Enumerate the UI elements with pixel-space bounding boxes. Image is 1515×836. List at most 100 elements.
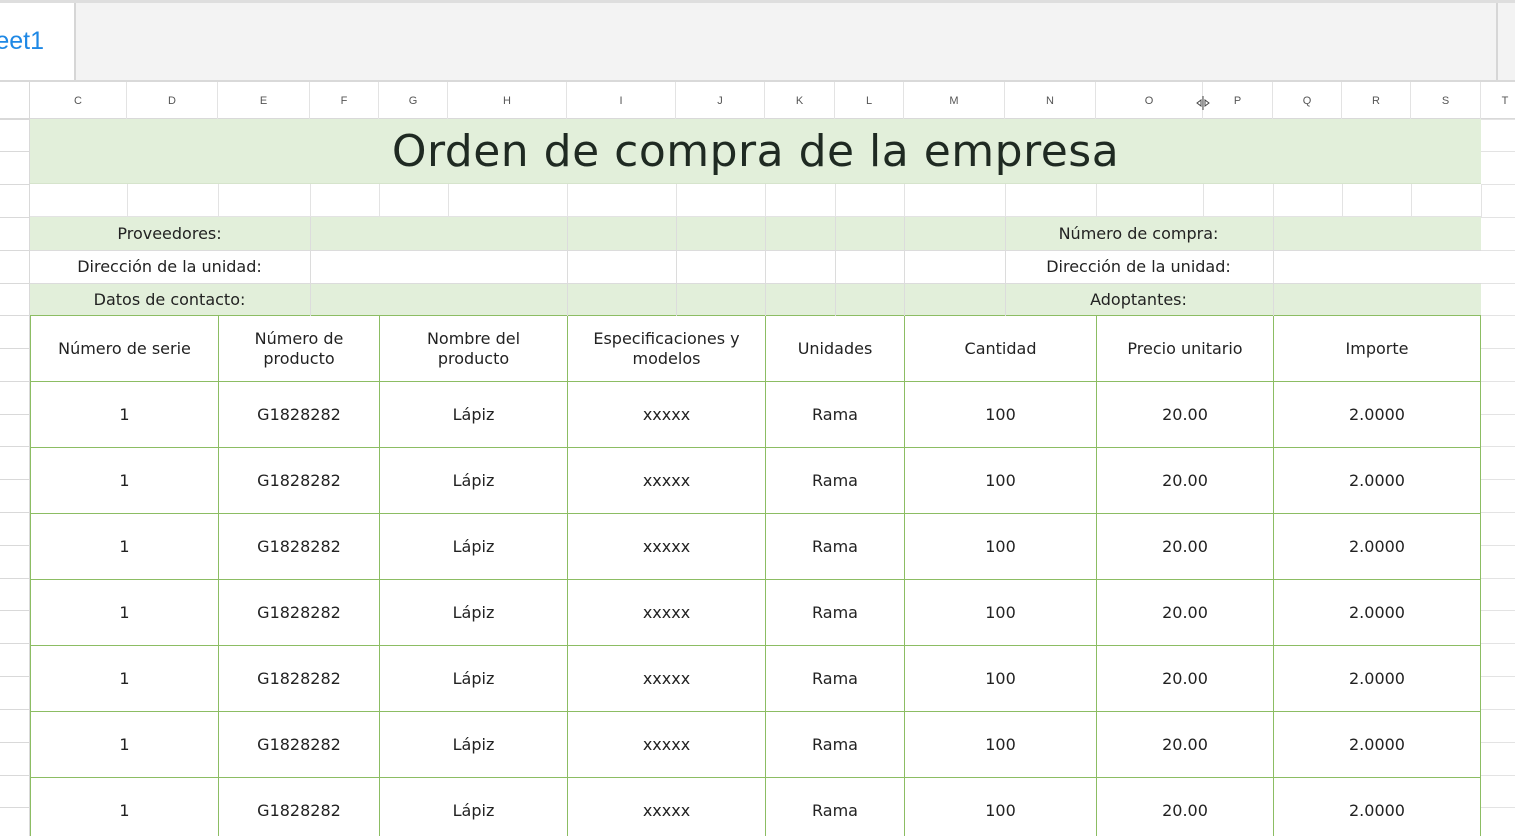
- table-header-cell[interactable]: Especificaciones y modelos: [567, 316, 765, 381]
- table-cell[interactable]: G1828282: [218, 712, 379, 777]
- table-cell[interactable]: xxxxx: [567, 514, 765, 579]
- table-cell[interactable]: 100: [904, 646, 1096, 711]
- table-cell[interactable]: Rama: [765, 448, 904, 513]
- table-cell[interactable]: xxxxx: [567, 448, 765, 513]
- table-cell[interactable]: 2.0000: [1273, 778, 1481, 836]
- table-cell[interactable]: 20.00: [1096, 514, 1273, 579]
- table-cell[interactable]: Lápiz: [379, 712, 567, 777]
- title-banner[interactable]: Orden de compra de la empresa: [30, 119, 1481, 184]
- column-header-l[interactable]: L: [835, 82, 904, 119]
- column-header-p[interactable]: P: [1203, 82, 1273, 119]
- row-header-line: [0, 250, 30, 251]
- table-header-cell[interactable]: Unidades: [765, 316, 904, 381]
- table-cell[interactable]: 2.0000: [1273, 382, 1481, 447]
- select-all-corner[interactable]: [0, 82, 30, 119]
- column-header-q[interactable]: Q: [1273, 82, 1342, 119]
- table-cell[interactable]: G1828282: [218, 448, 379, 513]
- column-header-m[interactable]: M: [904, 82, 1005, 119]
- table-cell[interactable]: 1: [30, 448, 218, 513]
- gridline: [1481, 283, 1515, 284]
- table-cell[interactable]: G1828282: [218, 514, 379, 579]
- table-cell[interactable]: G1828282: [218, 580, 379, 645]
- row-header-line: [0, 742, 30, 743]
- table-cell[interactable]: Rama: [765, 646, 904, 711]
- table-cell[interactable]: Rama: [765, 778, 904, 836]
- table-cell[interactable]: 100: [904, 580, 1096, 645]
- table-cell[interactable]: Lápiz: [379, 382, 567, 447]
- table-cell[interactable]: Lápiz: [379, 514, 567, 579]
- table-cell[interactable]: 100: [904, 448, 1096, 513]
- table-header-cell[interactable]: Cantidad: [904, 316, 1096, 381]
- column-header-d[interactable]: D: [127, 82, 218, 119]
- gridline: [1481, 151, 1515, 152]
- table-cell[interactable]: Lápiz: [379, 448, 567, 513]
- table-cell[interactable]: 20.00: [1096, 778, 1273, 836]
- blank-row[interactable]: [30, 184, 1481, 217]
- table-cell[interactable]: Lápiz: [379, 580, 567, 645]
- table-cell[interactable]: 100: [904, 712, 1096, 777]
- table-cell[interactable]: 20.00: [1096, 382, 1273, 447]
- column-header-o[interactable]: O: [1096, 82, 1203, 119]
- column-header-s[interactable]: S: [1411, 82, 1481, 119]
- table-cell[interactable]: xxxxx: [567, 712, 765, 777]
- table-cell[interactable]: 1: [30, 778, 218, 836]
- table-cell[interactable]: 1: [30, 646, 218, 711]
- table-cell[interactable]: 1: [30, 382, 218, 447]
- table-cell[interactable]: G1828282: [218, 646, 379, 711]
- gridline: [1481, 709, 1515, 710]
- gridline: [379, 184, 380, 217]
- table-header-cell[interactable]: Número de serie: [30, 316, 218, 381]
- table-cell[interactable]: Lápiz: [379, 646, 567, 711]
- column-header-g[interactable]: G: [379, 82, 448, 119]
- table-cell[interactable]: xxxxx: [567, 646, 765, 711]
- column-header-c[interactable]: C: [30, 82, 127, 119]
- table-cell[interactable]: 2.0000: [1273, 514, 1481, 579]
- column-header-h[interactable]: H: [448, 82, 567, 119]
- table-header-cell[interactable]: Número de producto: [218, 316, 379, 381]
- table-header-cell[interactable]: Importe: [1273, 316, 1481, 381]
- table-cell[interactable]: 2.0000: [1273, 712, 1481, 777]
- table-cell[interactable]: Lápiz: [379, 778, 567, 836]
- table-header-cell[interactable]: Nombre del producto: [379, 316, 567, 381]
- table-cell[interactable]: Rama: [765, 382, 904, 447]
- table-cell[interactable]: 100: [904, 514, 1096, 579]
- table-cell[interactable]: 1: [30, 580, 218, 645]
- table-cell[interactable]: G1828282: [218, 778, 379, 836]
- column-header-e[interactable]: E: [218, 82, 310, 119]
- column-header-r[interactable]: R: [1342, 82, 1411, 119]
- table-cell[interactable]: 1: [30, 514, 218, 579]
- table-cell[interactable]: 2.0000: [1273, 448, 1481, 513]
- table-cell[interactable]: 20.00: [1096, 448, 1273, 513]
- table-cell[interactable]: 100: [904, 382, 1096, 447]
- table-cell[interactable]: 1: [30, 712, 218, 777]
- table-cell[interactable]: Rama: [765, 514, 904, 579]
- column-header-j[interactable]: J: [676, 82, 765, 119]
- gridline: [1481, 775, 1515, 776]
- table-cell[interactable]: 2.0000: [1273, 646, 1481, 711]
- row-header-line: [0, 578, 30, 579]
- column-header-k[interactable]: K: [765, 82, 835, 119]
- column-header-t[interactable]: T: [1481, 82, 1515, 119]
- sheet-tab[interactable]: eet1: [0, 3, 76, 80]
- info-row-contacto[interactable]: Datos de contacto: Adoptantes:: [30, 283, 1481, 316]
- column-header-i[interactable]: I: [567, 82, 676, 119]
- gridline: [1005, 250, 1006, 283]
- gridline: [310, 184, 311, 217]
- table-cell[interactable]: 100: [904, 778, 1096, 836]
- table-cell[interactable]: 20.00: [1096, 712, 1273, 777]
- table-cell[interactable]: xxxxx: [567, 778, 765, 836]
- table-cell[interactable]: 20.00: [1096, 646, 1273, 711]
- table-cell[interactable]: 20.00: [1096, 580, 1273, 645]
- table-cell[interactable]: Rama: [765, 580, 904, 645]
- table-cell[interactable]: G1828282: [218, 382, 379, 447]
- column-resize-icon[interactable]: [1196, 96, 1210, 110]
- info-row-proveedores[interactable]: Proveedores: Número de compra:: [30, 217, 1481, 250]
- column-header-f[interactable]: F: [310, 82, 379, 119]
- table-cell[interactable]: 2.0000: [1273, 580, 1481, 645]
- table-cell[interactable]: xxxxx: [567, 580, 765, 645]
- info-row-direccion[interactable]: Dirección de la unidad: Dirección de la …: [30, 250, 1481, 283]
- column-header-n[interactable]: N: [1005, 82, 1096, 119]
- table-cell[interactable]: Rama: [765, 712, 904, 777]
- table-header-cell[interactable]: Precio unitario: [1096, 316, 1273, 381]
- table-cell[interactable]: xxxxx: [567, 382, 765, 447]
